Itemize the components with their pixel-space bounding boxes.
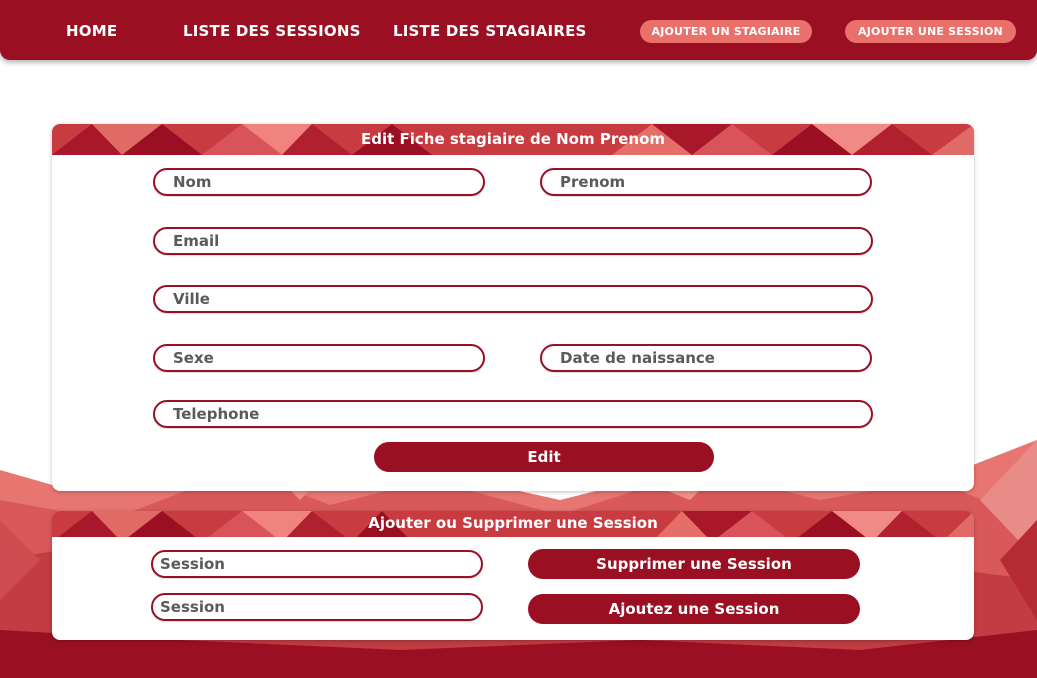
ville-field[interactable] (153, 285, 873, 313)
email-field[interactable] (153, 227, 873, 255)
session-card-header: Ajouter ou Supprimer une Session (52, 511, 974, 537)
prenom-field[interactable] (540, 168, 872, 196)
email-input[interactable] (155, 229, 871, 253)
session-field-2[interactable] (151, 593, 483, 621)
session-field-1[interactable] (151, 550, 483, 578)
session-card-title: Ajouter ou Supprimer une Session (368, 514, 658, 532)
ville-input[interactable] (155, 287, 871, 311)
edit-card-title: Edit Fiche stagiaire de Nom Prenom (360, 130, 666, 148)
telephone-field[interactable] (153, 400, 873, 428)
sexe-input[interactable] (155, 346, 483, 370)
session-card: Ajouter ou Supprimer une Session Supprim… (52, 511, 974, 640)
top-navbar: HOME LISTE DES SESSIONS LISTE DES STAGIA… (0, 0, 1037, 60)
sexe-field[interactable] (153, 344, 485, 372)
telephone-input[interactable] (155, 402, 871, 426)
prenom-input[interactable] (542, 170, 870, 194)
supprimer-session-button[interactable]: Supprimer une Session (528, 549, 860, 579)
edit-stagiaire-card: Edit Fiche stagiaire de Nom Prenom Edit (52, 124, 974, 491)
nom-input[interactable] (155, 170, 483, 194)
nom-field[interactable] (153, 168, 485, 196)
edit-card-header: Edit Fiche stagiaire de Nom Prenom (52, 124, 974, 155)
session-input-1[interactable] (153, 552, 481, 576)
date-naissance-field[interactable] (540, 344, 872, 372)
ajoutez-session-button[interactable]: Ajoutez une Session (528, 594, 860, 624)
nav-home-link[interactable]: HOME (66, 22, 117, 40)
date-naissance-input[interactable] (542, 346, 870, 370)
nav-sessions-link[interactable]: LISTE DES SESSIONS (183, 22, 361, 40)
add-session-nav-button[interactable]: AJOUTER UNE SESSION (845, 20, 1016, 43)
add-stagiaire-button[interactable]: AJOUTER UN STAGIAIRE (640, 20, 812, 43)
session-input-2[interactable] (153, 595, 481, 619)
nav-stagiaires-link[interactable]: LISTE DES STAGIAIRES (393, 22, 587, 40)
edit-button[interactable]: Edit (374, 442, 714, 472)
